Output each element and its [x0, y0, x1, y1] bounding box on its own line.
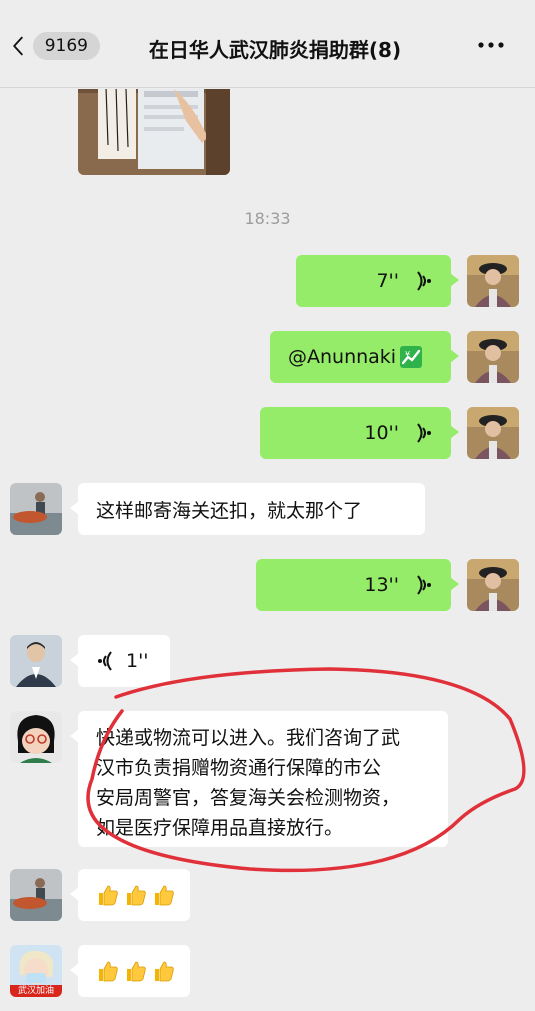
- thumbs-up-icon: [127, 885, 146, 906]
- avatar-member[interactable]: 武汉加油: [10, 945, 62, 997]
- chevron-left-icon: [13, 36, 23, 56]
- chat-title: 在日华人武汉肺炎捐助群(8): [148, 38, 402, 62]
- voice-duration: 1'': [126, 650, 149, 672]
- message-text: 这样邮寄海关还扣，就太那个了: [96, 499, 363, 522]
- unread-count-badge: 9169: [32, 32, 100, 60]
- timestamp: 18:33: [244, 209, 291, 228]
- avatar-member[interactable]: [10, 711, 62, 763]
- svg-text:¥: ¥: [405, 350, 410, 359]
- thumbs-up-icon: [99, 885, 118, 906]
- avatar-self[interactable]: [467, 407, 519, 459]
- text-message-bubble[interactable]: 这样邮寄海关还扣，就太那个了: [70, 483, 425, 535]
- voice-message-bubble[interactable]: 1'': [70, 635, 170, 687]
- document-photo-image: [78, 89, 230, 175]
- text-message-bubble[interactable]: @Anunnaki ¥: [270, 331, 459, 383]
- avatar-member[interactable]: [10, 635, 62, 687]
- emoji-message-bubble[interactable]: [70, 945, 190, 997]
- chart-up-emoji-icon: ¥: [400, 346, 423, 368]
- voice-duration: 10'': [364, 422, 399, 444]
- back-button[interactable]: 9169: [10, 28, 100, 64]
- chat-header: 9169 在日华人武汉肺炎捐助群(8): [0, 0, 535, 88]
- message-text: @Anunnaki: [288, 346, 397, 368]
- emoji-message-bubble[interactable]: [70, 869, 190, 921]
- voice-duration: 7'': [376, 270, 399, 292]
- more-options-icon[interactable]: [473, 30, 509, 60]
- thumbs-up-icon: [99, 961, 118, 982]
- message-list[interactable]: 18:33 7'' @Anunnaki ¥ 10'' 这样邮寄海关还扣，就太那个…: [0, 89, 535, 1011]
- voice-wave-icon: [98, 651, 112, 671]
- avatar-member[interactable]: [10, 483, 62, 535]
- voice-wave-icon: [417, 575, 431, 595]
- text-message-bubble[interactable]: 快递或物流可以进入。我们咨询了武 汉市负责捐赠物资通行保障的市公 安局周警官，答…: [70, 711, 448, 847]
- thumbs-up-icon: [155, 961, 174, 982]
- image-message[interactable]: [78, 89, 230, 175]
- message-text: 快递或物流可以进入。我们咨询了武 汉市负责捐赠物资通行保障的市公 安局周警官，答…: [96, 727, 401, 839]
- avatar-self[interactable]: [467, 255, 519, 307]
- thumbs-up-group: [96, 959, 176, 983]
- voice-wave-icon: [417, 423, 431, 443]
- avatar-member[interactable]: [10, 869, 62, 921]
- avatar-badge-text: 武汉加油: [17, 986, 54, 996]
- voice-wave-icon: [417, 271, 431, 291]
- voice-duration: 13'': [364, 574, 399, 596]
- voice-message-bubble[interactable]: 7'': [296, 255, 459, 307]
- avatar-self[interactable]: [467, 559, 519, 611]
- avatar-self[interactable]: [467, 331, 519, 383]
- thumbs-up-icon: [127, 961, 146, 982]
- thumbs-up-icon: [155, 885, 174, 906]
- voice-message-bubble[interactable]: 13'': [256, 559, 459, 611]
- voice-message-bubble[interactable]: 10'': [260, 407, 459, 459]
- thumbs-up-group: [96, 883, 176, 907]
